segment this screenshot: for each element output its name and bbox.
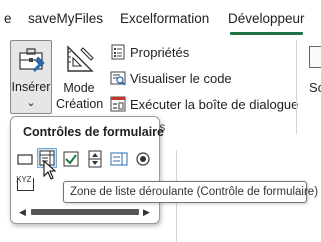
flyout-title: Contrôles de formulaire (23, 125, 164, 139)
option-button-icon (133, 152, 153, 173)
form-controls-flyout: Contrôles de formulaire XYZ ◀ ▶ (10, 116, 164, 224)
tab-excelformation[interactable]: Excelformation (120, 11, 209, 26)
tab-savemyfiles[interactable]: saveMyFiles (28, 11, 103, 26)
proprietes-button[interactable]: Propriétés (110, 42, 189, 62)
inserer-button[interactable]: Insérer ⌄ (10, 40, 52, 114)
source-label-partial[interactable]: So (309, 80, 321, 95)
spin-button-control[interactable] (85, 149, 105, 169)
chevron-down-icon: ⌄ (26, 97, 36, 109)
list-box-control[interactable] (109, 149, 129, 169)
group-box-control[interactable]: XYZ (15, 173, 37, 193)
inserer-label: Insérer (11, 80, 51, 94)
list-box-icon (109, 152, 129, 173)
executer-dialogue-label: Exécuter la boîte de dialogue (130, 96, 299, 112)
mode-label: Mode (63, 81, 95, 95)
design-mode-icon (65, 44, 95, 79)
button-icon (15, 154, 35, 173)
mouse-pointer-icon (43, 159, 57, 185)
checkbox-control[interactable] (61, 149, 81, 169)
active-tab-indicator (230, 32, 303, 35)
checkbox-icon (61, 151, 81, 173)
executer-dialogue-button[interactable]: Exécuter la boîte de dialogue (110, 94, 298, 114)
scroll-thumb[interactable] (31, 209, 139, 215)
ribbon-tabs: e saveMyFiles Excelformation Développeur (0, 0, 321, 36)
scroll-right-icon[interactable]: ▶ (143, 207, 150, 218)
control-tooltip: Zone de liste déroulante (Contrôle de fo… (63, 181, 318, 203)
properties-icon (110, 44, 126, 60)
run-dialog-icon (110, 96, 126, 112)
view-code-icon (110, 70, 126, 86)
visualiser-code-label: Visualiser le code (130, 70, 232, 86)
tooltip-text: Zone de liste déroulante (Contrôle de fo… (70, 186, 319, 198)
option-button-control[interactable] (133, 149, 153, 169)
scroll-left-icon[interactable]: ◀ (19, 207, 26, 218)
proprietes-label: Propriétés (130, 44, 190, 60)
tab-partial[interactable]: e (4, 11, 12, 26)
toolbox-icon (18, 47, 46, 78)
source-icon-partial (309, 46, 321, 68)
mode-creation-button[interactable]: Mode Création (56, 40, 104, 114)
flyout-scrollbar[interactable]: ◀ ▶ (19, 207, 153, 217)
creation-label: Création (56, 97, 104, 111)
button-control[interactable] (15, 149, 35, 169)
tab-developpeur[interactable]: Développeur (228, 11, 305, 26)
group-box-icon (17, 178, 34, 191)
spin-button-icon (85, 150, 105, 173)
group-separator (296, 40, 297, 134)
visualiser-code-button[interactable]: Visualiser le code (110, 68, 232, 88)
